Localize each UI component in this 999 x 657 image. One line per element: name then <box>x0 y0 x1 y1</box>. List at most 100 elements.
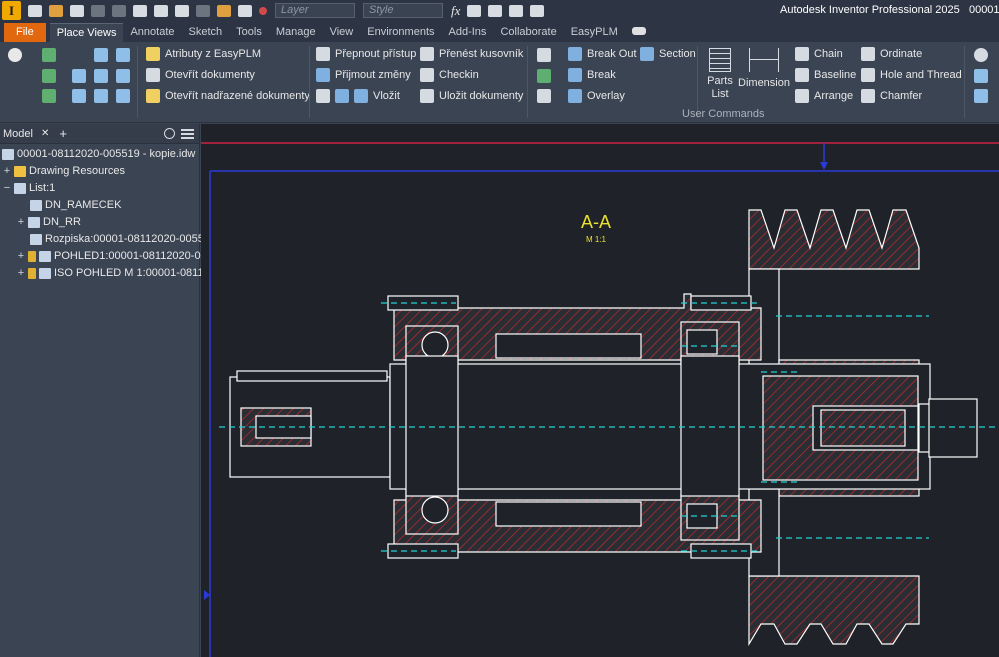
switch-access-button[interactable]: Přepnout přístup <box>316 45 416 63</box>
retrieve-icon[interactable] <box>537 89 551 103</box>
open-parent-icon <box>146 89 160 103</box>
app-logo-icon[interactable]: I <box>2 1 21 20</box>
style-select[interactable]: Style <box>363 3 443 18</box>
search-icon[interactable] <box>164 128 175 139</box>
open-parent-documents-button[interactable]: Otevřít nadřazené dokumenty <box>146 87 310 105</box>
tree-node-label: DN_RR <box>43 216 81 228</box>
export-icon[interactable] <box>238 4 252 17</box>
tree-node-rr[interactable]: + DN_RR <box>16 214 81 230</box>
tree-node-parts-list[interactable]: Rozpiska:00001-08112020-005519.ia <box>30 231 228 247</box>
measure-icon[interactable] <box>196 4 210 17</box>
tree-node-document[interactable]: 00001-08112020-005519 - kopie.idw <box>2 146 195 162</box>
tree-node-iso-view[interactable]: + ISO POHLED M 1:00001-08112020 <box>16 265 228 281</box>
forms-icon[interactable] <box>509 4 524 17</box>
menu-icon[interactable] <box>181 128 194 139</box>
base-view-icon[interactable] <box>42 48 56 62</box>
key-icon <box>316 47 330 61</box>
section-icon <box>640 47 654 61</box>
tree-node-drawing-resources[interactable]: + Drawing Resources <box>2 163 125 179</box>
link-icon[interactable] <box>974 69 988 83</box>
tab-view[interactable]: View <box>323 23 361 42</box>
expand-icon[interactable]: + <box>16 248 26 264</box>
arrange-button[interactable]: Arrange <box>795 87 853 105</box>
open-documents-button[interactable]: Otevřít dokumenty <box>146 66 255 84</box>
ribbon-display-toggle[interactable] <box>625 23 653 42</box>
home-icon[interactable] <box>133 4 147 17</box>
section-view-drawing[interactable]: A-A M 1:1 <box>201 124 999 657</box>
tree-node-sheet[interactable]: − List:1 <box>2 180 56 196</box>
rules-icon[interactable] <box>488 4 503 17</box>
break-out-button[interactable]: Break Out <box>568 45 637 63</box>
chain-button[interactable]: Chain <box>795 45 843 63</box>
update-icon[interactable] <box>175 4 189 17</box>
zoom-view-icon[interactable] <box>116 89 130 103</box>
detail-view-icon[interactable] <box>72 69 86 83</box>
tab-sketch[interactable]: Sketch <box>182 23 230 42</box>
tree-node-view-1[interactable]: + POHLED1:00001-08112020-00551 <box>16 248 225 264</box>
slice-view-icon[interactable] <box>72 89 86 103</box>
connector-view-icon[interactable] <box>116 69 130 83</box>
save-documents-button[interactable]: Uložit dokumenty <box>420 87 523 105</box>
tab-easyplm[interactable]: EasyPLM <box>564 23 625 42</box>
break-view-icon[interactable] <box>94 89 108 103</box>
search-icon[interactable] <box>974 48 988 62</box>
section-view-label[interactable]: A-A <box>581 212 611 232</box>
save-icon[interactable] <box>70 4 84 17</box>
tab-manage[interactable]: Manage <box>269 23 323 42</box>
tab-place-views[interactable]: Place Views <box>49 23 124 42</box>
tree-node-ramecek[interactable]: DN_RAMECEK <box>30 197 121 213</box>
separator <box>137 46 138 118</box>
dimension-button[interactable]: Dimension <box>738 48 790 90</box>
tab-environments[interactable]: Environments <box>360 23 441 42</box>
appearance-icon[interactable] <box>259 6 267 15</box>
ilogic-icon[interactable] <box>467 4 482 17</box>
sketch-view-icon[interactable] <box>537 48 551 62</box>
new-file-icon[interactable] <box>28 4 42 17</box>
add-tab-icon[interactable]: + <box>59 126 67 141</box>
draft-view-icon[interactable] <box>94 48 108 62</box>
accept-changes-button[interactable]: Přijmout změny <box>316 66 411 84</box>
tab-add-ins[interactable]: Add-Ins <box>442 23 494 42</box>
crop-view-icon[interactable] <box>94 69 108 83</box>
attributes-easyplm-button[interactable]: Atributy z EasyPLM <box>146 45 261 63</box>
expand-icon[interactable]: + <box>2 163 12 179</box>
section-button[interactable]: Section <box>640 45 696 63</box>
undo-icon[interactable] <box>91 4 105 17</box>
tab-model[interactable]: Model <box>3 128 33 140</box>
nailboard-icon[interactable] <box>116 48 130 62</box>
redo-icon[interactable] <box>112 4 126 17</box>
break-button[interactable]: Break <box>568 66 616 84</box>
print-icon[interactable] <box>154 4 168 17</box>
overlay-button[interactable]: Overlay <box>568 87 625 105</box>
checkin-button[interactable]: Checkin <box>420 66 479 84</box>
parts-list-button[interactable]: Parts List <box>704 48 736 101</box>
ordinate-button[interactable]: Ordinate <box>861 45 922 63</box>
open-file-icon[interactable] <box>49 4 63 17</box>
drawing-canvas[interactable]: A-A M 1:1 <box>201 124 999 657</box>
expand-icon[interactable]: + <box>16 265 26 281</box>
info-icon[interactable] <box>974 89 988 103</box>
return-icon[interactable] <box>217 4 231 17</box>
transfer-bom-button[interactable]: Přenést kusovník <box>420 45 523 63</box>
view-options-icon[interactable] <box>8 48 22 62</box>
attributes-icon <box>146 47 160 61</box>
close-icon[interactable]: ✕ <box>41 128 49 139</box>
tab-file[interactable]: File <box>4 23 46 42</box>
expand-icon[interactable]: + <box>16 214 26 230</box>
ribbon-toggle-icon <box>631 27 646 35</box>
tab-collaborate[interactable]: Collaborate <box>493 23 563 42</box>
fx-parameters-button[interactable]: fx <box>451 3 460 19</box>
tab-tools[interactable]: Tools <box>229 23 269 42</box>
vault-icon[interactable] <box>530 4 545 17</box>
parts-list-label-1: Parts <box>707 75 733 87</box>
auxiliary-view-icon[interactable] <box>42 89 56 103</box>
start-sketch-icon[interactable] <box>537 69 551 83</box>
hole-thread-button[interactable]: Hole and Thread <box>861 66 962 84</box>
collapse-icon[interactable]: − <box>2 180 12 196</box>
layer-select[interactable]: Layer <box>275 3 355 18</box>
tab-annotate[interactable]: Annotate <box>123 23 181 42</box>
baseline-button[interactable]: Baseline <box>795 66 856 84</box>
chamfer-button[interactable]: Chamfer <box>861 87 922 105</box>
insert-button[interactable]: Vložit <box>316 87 400 105</box>
projected-view-icon[interactable] <box>42 69 56 83</box>
